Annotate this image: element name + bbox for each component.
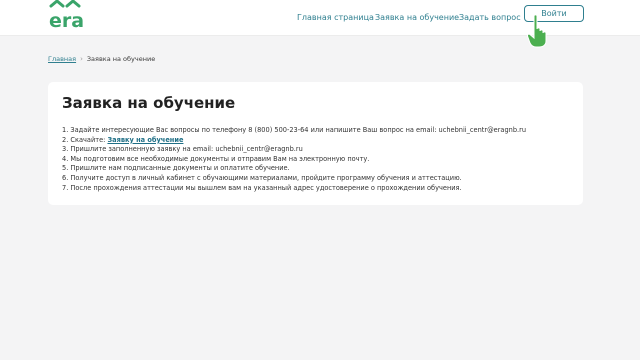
nav-home-link[interactable]: Главная страница	[297, 9, 374, 25]
download-application-link[interactable]: Заявку на обучение	[107, 136, 183, 144]
nav-apply-link[interactable]: Заявка на обучение	[375, 9, 459, 25]
step-item: 2. Скачайте: Заявку на обучение	[62, 136, 526, 146]
nav-ask-question-link[interactable]: Задать вопрос	[459, 9, 521, 25]
application-card: Заявка на обучение 1. Задайте интересующ…	[48, 82, 583, 205]
breadcrumb-current: Заявка на обучение	[86, 55, 156, 63]
breadcrumb-home-link[interactable]: Главная	[48, 55, 76, 63]
steps-list: 1. Задайте интересующие Вас вопросы по т…	[62, 126, 526, 193]
breadcrumb-separator: ›	[80, 55, 83, 63]
step-item: 3. Пришлите заполненную заявку на email:…	[62, 145, 303, 154]
step-item: 7. После прохождения аттестации мы вышле…	[62, 183, 462, 192]
step-item: 5. Пришлите нам подписанные документы и …	[62, 164, 290, 173]
breadcrumb: Главная › Заявка на обучение	[48, 55, 155, 63]
step-item: 6. Получите доступ в личный кабинет с об…	[62, 173, 462, 182]
page-title: Заявка на обучение	[62, 94, 236, 112]
step-item: 4. Мы подготовим все необходимые докумен…	[62, 154, 370, 163]
era-logo[interactable]: era	[48, 0, 100, 30]
svg-text:era: era	[49, 10, 84, 30]
step-text: 2. Скачайте:	[62, 135, 108, 144]
step-item: 1. Задайте интересующие Вас вопросы по т…	[62, 126, 527, 134]
hand-pointer-icon	[526, 14, 547, 48]
